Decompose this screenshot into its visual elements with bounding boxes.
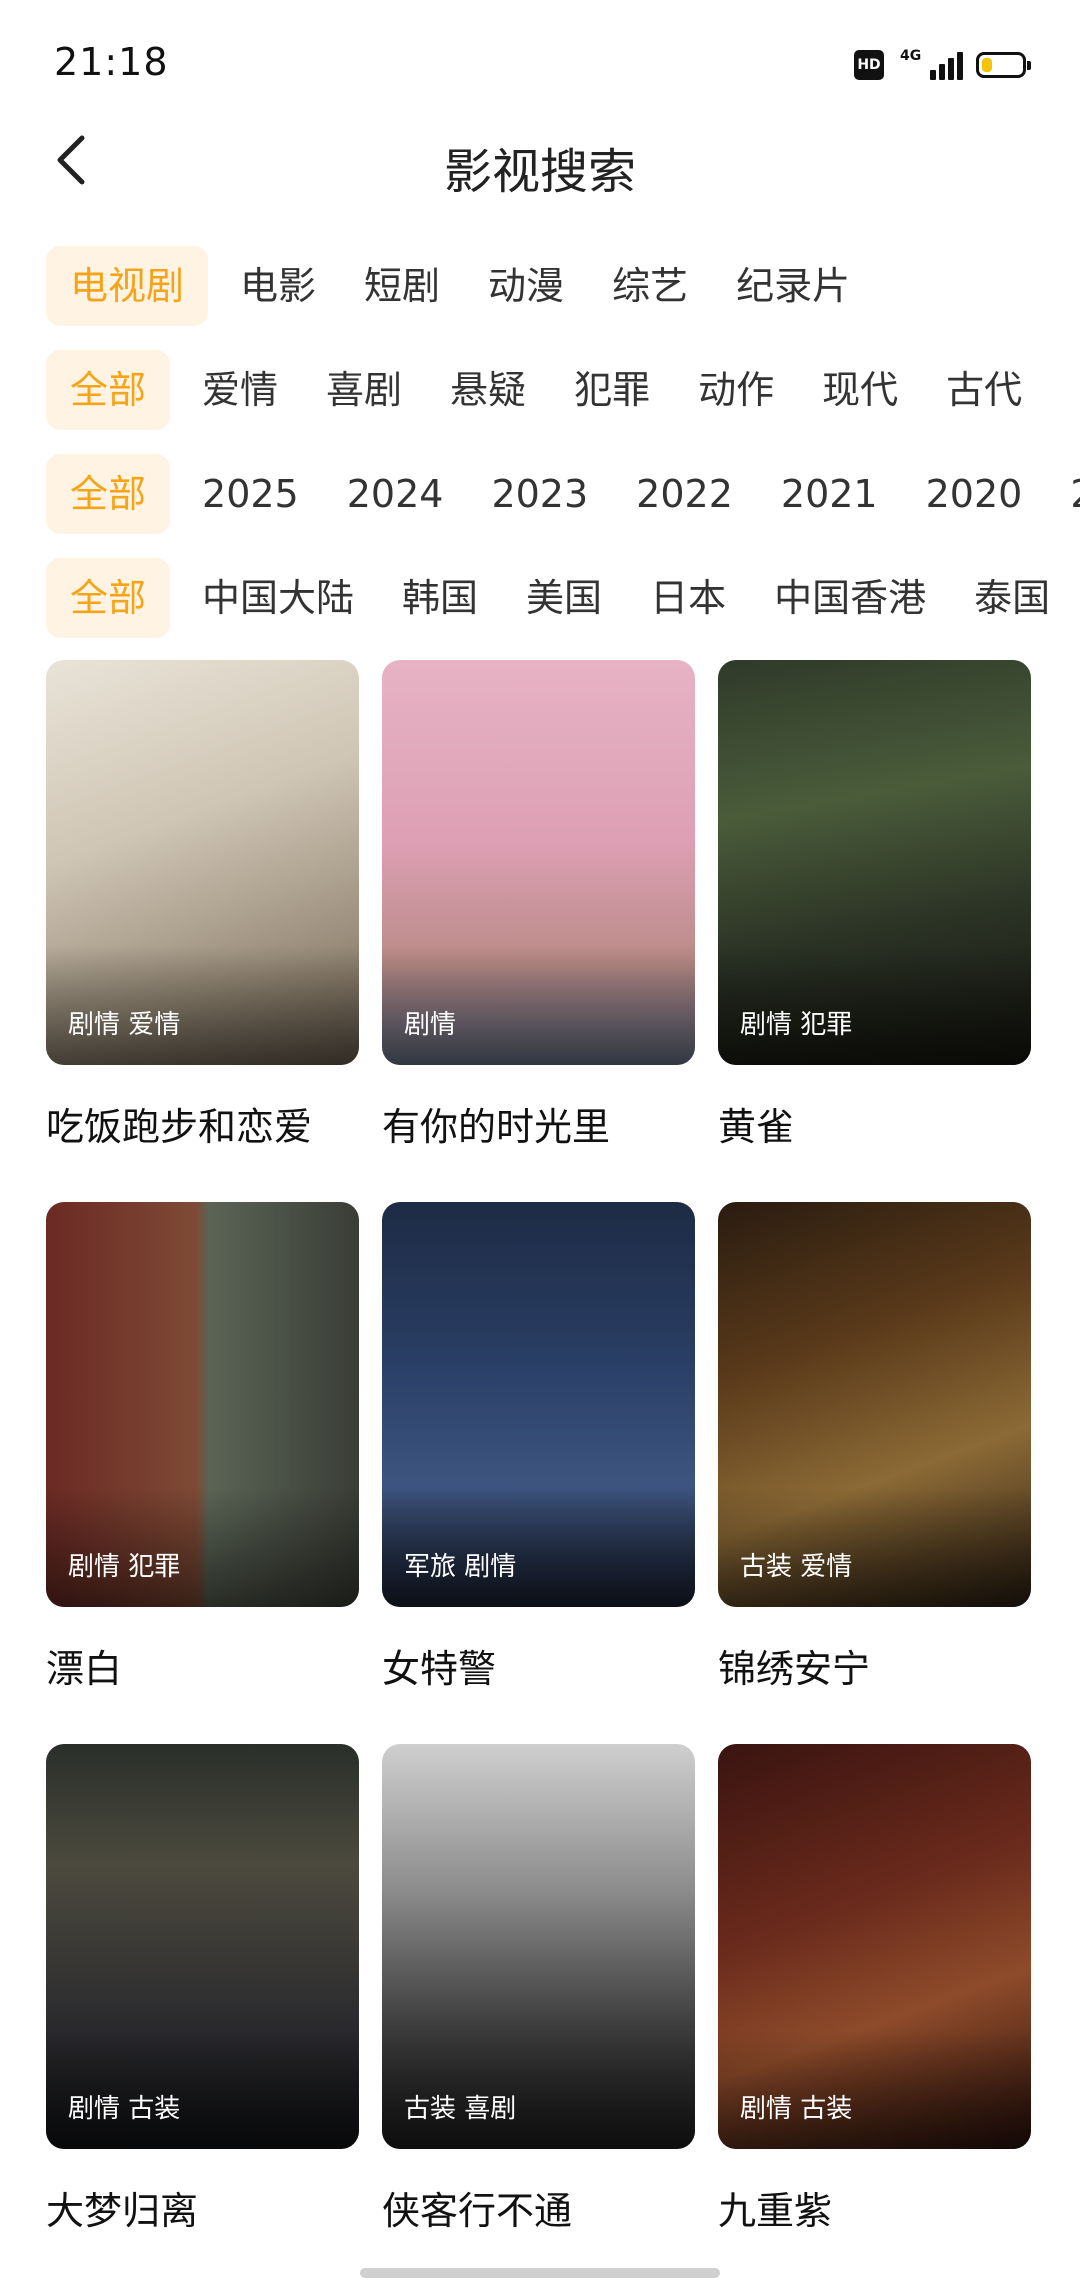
poster-image: 古装 喜剧 <box>382 1744 695 2149</box>
region-chip[interactable]: 韩国 <box>380 558 500 638</box>
genre-chip[interactable]: 全部 <box>46 350 171 430</box>
poster-image: 古装 爱情 <box>718 1202 1031 1607</box>
year-chip[interactable]: 2023 <box>469 454 610 534</box>
poster-image: 军旅 剧情 <box>382 1202 695 1607</box>
genre-chip[interactable]: 喜剧 <box>304 350 424 430</box>
result-title: 侠客行不通 <box>382 2189 573 2233</box>
genre-chip[interactable]: 现代 <box>800 350 920 430</box>
poster-image: 剧情 古装 <box>718 1744 1031 2149</box>
type-filter-row: 电视剧 电影 短剧 动漫 综艺 纪录片 <box>46 246 1080 326</box>
page-title: 影视搜索 <box>443 144 636 200</box>
poster-image: 剧情 犯罪 <box>46 1202 359 1607</box>
result-title: 黄雀 <box>718 1105 795 1149</box>
battery-icon <box>976 52 1031 78</box>
genre-chip[interactable]: 爱情 <box>180 350 300 430</box>
battery-level <box>982 58 992 72</box>
genre-tags: 古装 爱情 <box>740 1552 853 1582</box>
year-chip[interactable]: 2022 <box>614 454 755 534</box>
region-chip[interactable]: 全部 <box>46 558 171 638</box>
genre-tags: 剧情 爱情 <box>68 1010 181 1040</box>
region-chip[interactable]: 中国香港 <box>752 558 948 638</box>
year-chip[interactable]: 2021 <box>759 454 900 534</box>
genre-tags: 剧情 犯罪 <box>740 1010 853 1040</box>
type-chip[interactable]: 纪录片 <box>714 246 872 326</box>
genre-tags: 剧情 犯罪 <box>68 1552 181 1582</box>
genre-tags: 古装 喜剧 <box>404 2094 517 2124</box>
region-chip[interactable]: 中国大陆 <box>180 558 376 638</box>
genre-tags: 剧情 古装 <box>68 2094 181 2124</box>
year-chip[interactable]: 2025 <box>180 454 321 534</box>
poster-image: 剧情 爱情 <box>46 660 359 1065</box>
genre-chip[interactable]: 悬疑 <box>428 350 548 430</box>
region-filter-row: 全部 中国大陆 韩国 美国 日本 中国香港 泰国 <box>46 558 1080 638</box>
status-time: 21:18 <box>54 40 169 84</box>
poster-image: 剧情 古装 <box>46 1744 359 2149</box>
year-filter-row: 全部2025202420232022202120202019 <box>46 454 1080 534</box>
header: 影视搜索 <box>0 120 1080 200</box>
type-chip[interactable]: 电影 <box>218 246 338 326</box>
result-title: 九重紫 <box>718 2189 833 2233</box>
year-chip[interactable]: 2019 <box>1048 454 1080 534</box>
result-title: 大梦归离 <box>46 2189 199 2233</box>
status-icons: HD 4G <box>854 48 1031 82</box>
result-title: 有你的时光里 <box>382 1105 611 1149</box>
poster-image: 剧情 <box>382 660 695 1065</box>
genre-filter-row: 全部 爱情 喜剧 悬疑 犯罪 动作 现代 古代 <box>46 350 1080 430</box>
hd-icon: HD <box>854 50 884 80</box>
year-chip[interactable]: 2020 <box>904 454 1045 534</box>
type-chip[interactable]: 综艺 <box>590 246 710 326</box>
genre-chip[interactable]: 犯罪 <box>552 350 672 430</box>
genre-chip[interactable]: 动作 <box>676 350 796 430</box>
type-chip[interactable]: 动漫 <box>466 246 586 326</box>
genre-tags: 军旅 剧情 <box>404 1552 517 1582</box>
status-bar: 21:18 HD 4G <box>0 0 1080 130</box>
type-chip[interactable]: 短剧 <box>342 246 462 326</box>
region-chip[interactable]: 泰国 <box>952 558 1072 638</box>
result-title: 锦绣安宁 <box>718 1647 871 1691</box>
genre-tags: 剧情 古装 <box>740 2094 853 2124</box>
network-type-label: 4G <box>900 48 922 64</box>
year-chip[interactable]: 全部 <box>46 454 171 534</box>
genre-tags: 剧情 <box>404 1010 457 1040</box>
home-indicator <box>360 2268 720 2278</box>
region-chip[interactable]: 美国 <box>504 558 624 638</box>
cellular-signal-icon: 4G <box>900 48 963 82</box>
result-title: 漂白 <box>46 1647 123 1691</box>
region-chip[interactable]: 日本 <box>628 558 748 638</box>
genre-chip[interactable]: 古代 <box>924 350 1044 430</box>
year-chip[interactable]: 2024 <box>325 454 466 534</box>
result-title: 吃饭跑步和恋爱 <box>46 1105 313 1149</box>
type-chip[interactable]: 电视剧 <box>46 246 209 326</box>
result-title: 女特警 <box>382 1647 497 1691</box>
poster-image: 剧情 犯罪 <box>718 660 1031 1065</box>
